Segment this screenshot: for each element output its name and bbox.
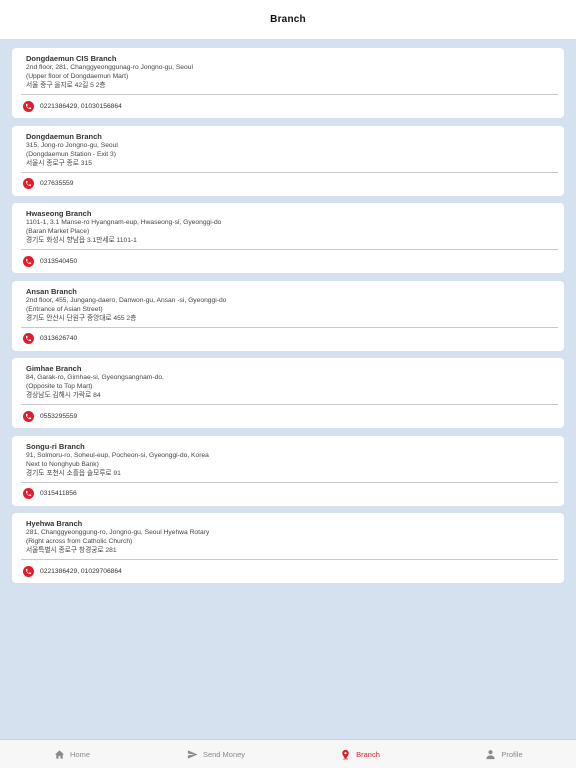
- tab-profile[interactable]: Profile: [432, 740, 576, 768]
- divider: [21, 404, 558, 405]
- tab-home[interactable]: Home: [0, 740, 144, 768]
- branch-name: Hyehwa Branch: [26, 519, 83, 528]
- branch-address-line: 경기도 화성시 향남읍 3.1만세로 1101-1: [26, 237, 137, 244]
- phone-number[interactable]: 0315411856: [40, 490, 77, 497]
- branch-phone[interactable]: 0313626740: [23, 333, 77, 345]
- branch-address-line: 315, Jong-ro Jongno-gu, Seoul: [26, 141, 118, 149]
- branch-address-line: (Upper floor of Dongdaemun Mart): [26, 73, 129, 80]
- branch-phone[interactable]: 027635559: [23, 178, 73, 190]
- divider: [21, 171, 558, 173]
- tab-bar: Home Send Money Branch Profile: [0, 739, 576, 768]
- divider: [21, 559, 558, 560]
- branch-phone[interactable]: 0221386429, 01030156864: [23, 100, 122, 112]
- branch-address-line: 경기도 포천시 소흘읍 솔모루로 91: [26, 469, 121, 477]
- branch-address-line: (Entrance of Asian Street): [26, 305, 103, 313]
- phone-icon[interactable]: [23, 100, 34, 112]
- branch-address-line: (Baran Market Place): [26, 228, 90, 235]
- phone-number[interactable]: 0313626740: [40, 335, 77, 342]
- tab-label: Home: [69, 749, 90, 759]
- phone-icon[interactable]: [23, 565, 34, 577]
- home-icon: [54, 749, 65, 760]
- phone-icon[interactable]: [23, 410, 34, 422]
- phone-number[interactable]: 0313540450: [40, 258, 77, 265]
- branch-card[interactable]: Dongdaemun Branch 315, Jong-ro Jongno-gu…: [12, 125, 564, 196]
- tab-label: Profile: [501, 749, 523, 759]
- branch-phone[interactable]: 0553295559: [23, 410, 77, 422]
- top-bar: Branch: [0, 0, 576, 40]
- branch-address-line: 84, Garak-ro, Gimhae-si, Gyeongsangnam-d…: [26, 374, 164, 381]
- branch-card[interactable]: Songu-ri Branch 91, Solmoru-ro, Soheul-e…: [12, 435, 564, 506]
- branch-card[interactable]: Hwaseong Branch 1101-1, 3.1 Manse-ro Hya…: [12, 203, 564, 273]
- tab-branch[interactable]: Branch: [288, 740, 432, 768]
- branch-address-line: (Dongdaemun Station - Exit 3): [26, 150, 116, 158]
- branch-name: Gimhae Branch: [26, 364, 82, 373]
- phone-number[interactable]: 0221386429, 01029706864: [40, 568, 122, 575]
- phone-icon[interactable]: [23, 255, 34, 267]
- branch-name: Dongdaemun CIS Branch: [26, 54, 117, 63]
- branch-address-line: (Right across from Catholic Church): [26, 538, 133, 545]
- phone-number[interactable]: 0221386429, 01030156864: [40, 103, 122, 110]
- branch-address-line: 2nd floor, 455, Jungang-daero, Danwon-gu…: [26, 296, 227, 304]
- branch-address-line: Next to Nonghyub Bank): [26, 460, 99, 468]
- branch-card[interactable]: Ansan Branch 2nd floor, 455, Jungang-dae…: [12, 280, 564, 351]
- divider: [21, 94, 558, 95]
- divider: [21, 326, 558, 328]
- branch-name: Songu-ri Branch: [26, 441, 85, 451]
- branch-name: Ansan Branch: [26, 286, 77, 296]
- branch-address-line: 1101-1, 3.1 Manse-ro Hyangnam-eup, Hwase…: [26, 219, 222, 226]
- location-pin-icon: [340, 749, 351, 760]
- phone-number[interactable]: 027635559: [40, 180, 73, 187]
- branch-address-line: 서울특별시 종로구 창경궁로 281: [26, 547, 117, 554]
- phone-icon[interactable]: [23, 488, 34, 499]
- person-icon: [485, 749, 496, 760]
- branch-address-line: 경상남도 김해시 가락로 84: [26, 392, 101, 399]
- branch-phone[interactable]: 0315411856: [23, 488, 77, 500]
- branch-phone[interactable]: 0313540450: [23, 255, 77, 267]
- branch-card[interactable]: Gimhae Branch 84, Garak-ro, Gimhae-si, G…: [12, 358, 564, 428]
- phone-icon[interactable]: [23, 178, 34, 189]
- branch-address-line: 281, Changgyeonggung-ro, Jongno-gu, Seou…: [26, 529, 210, 536]
- branch-address-line: 서울시 종로구 종로 315: [26, 159, 92, 167]
- branch-phone[interactable]: 0221386429, 01029706864: [23, 565, 122, 577]
- divider: [21, 481, 558, 483]
- tab-label: Branch: [356, 749, 380, 759]
- tab-label: Send Money: [202, 749, 246, 759]
- branch-address-line: (Opposite to Top Mart): [26, 383, 93, 390]
- page-title: Branch: [270, 14, 306, 25]
- branch-address-line: 2nd floor, 281, Changgyeonggunag-ro Jong…: [26, 64, 193, 71]
- send-icon: [187, 749, 198, 760]
- phone-number[interactable]: 0553295559: [40, 413, 77, 420]
- phone-icon[interactable]: [23, 333, 34, 344]
- tab-send-money[interactable]: Send Money: [144, 740, 288, 768]
- branch-list: Dongdaemun CIS Branch 2nd floor, 281, Ch…: [12, 48, 564, 591]
- branch-card[interactable]: Hyehwa Branch 281, Changgyeonggung-ro, J…: [12, 513, 564, 583]
- branch-name: Hwaseong Branch: [26, 209, 92, 218]
- branch-card[interactable]: Dongdaemun CIS Branch 2nd floor, 281, Ch…: [12, 48, 564, 118]
- branch-address-line: 서울 중구 을지로 42길 5 2층: [26, 82, 106, 89]
- branch-address-line: 91, Solmoru-ro, Soheul-eup, Pocheon-si, …: [26, 451, 209, 459]
- branch-address-line: 경기도 안산시 단원구 중앙대로 455 2층: [26, 314, 137, 322]
- divider: [21, 249, 558, 250]
- branch-name: Dongdaemun Branch: [26, 131, 102, 141]
